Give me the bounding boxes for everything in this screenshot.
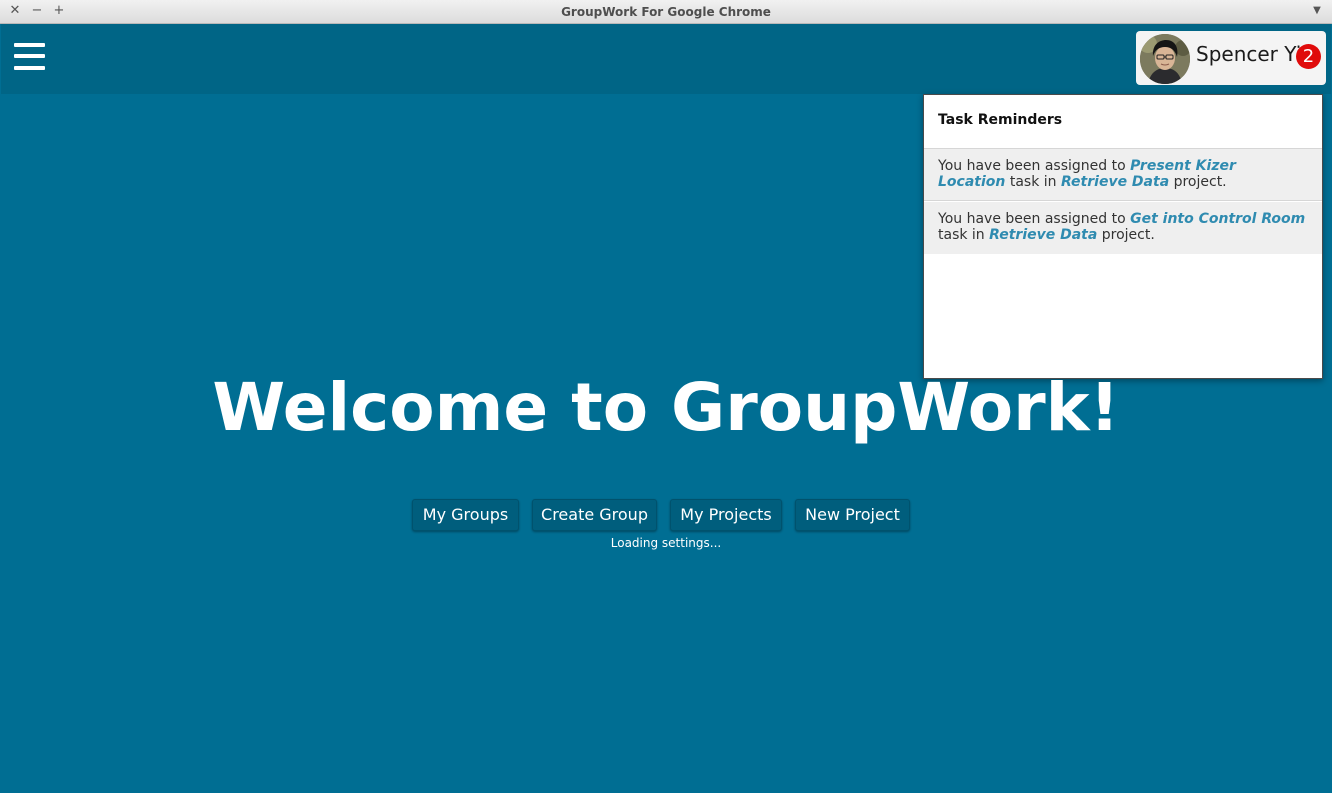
reminder-item[interactable]: You have been assigned to Present Kizer …	[924, 149, 1322, 201]
reminder-text: You have been assigned to	[938, 158, 1126, 174]
reminder-text: task in	[1009, 174, 1057, 190]
user-name: Spencer Yi	[1196, 42, 1302, 66]
reminder-text: project.	[1173, 174, 1227, 190]
new-project-button[interactable]: New Project	[795, 499, 910, 531]
reminder-text: project.	[1101, 227, 1155, 243]
project-link[interactable]: Retrieve Data	[1061, 174, 1169, 190]
avatar	[1140, 34, 1190, 84]
task-link[interactable]: Get into Control Room	[1130, 211, 1305, 227]
reminder-item[interactable]: You have been assigned to Get into Contr…	[924, 202, 1322, 254]
notification-badge[interactable]: 2	[1296, 44, 1321, 69]
title-bar: ✕ − + GroupWork For Google Chrome ▼	[0, 0, 1332, 24]
hamburger-menu-icon[interactable]	[14, 42, 46, 72]
user-menu-button[interactable]: Spencer Yi 2	[1136, 31, 1326, 85]
project-link[interactable]: Retrieve Data	[989, 227, 1097, 243]
create-group-button[interactable]: Create Group	[532, 499, 657, 531]
loading-status: Loading settings...	[610, 536, 722, 550]
my-groups-button[interactable]: My Groups	[412, 499, 519, 531]
reminder-text: You have been assigned to	[938, 211, 1126, 227]
reminder-text: task in	[938, 227, 985, 243]
reminders-title: Task Reminders	[938, 112, 1063, 128]
task-reminders-panel: Task Reminders You have been assigned to…	[923, 94, 1323, 379]
welcome-heading: Welcome to GroupWork!	[212, 369, 1120, 446]
window-menu-icon[interactable]: ▼	[1310, 4, 1324, 18]
window-title: GroupWork For Google Chrome	[561, 5, 771, 19]
my-projects-button[interactable]: My Projects	[670, 499, 782, 531]
app-header: Spencer Yi 2	[1, 24, 1331, 94]
app-window: ✕ − + GroupWork For Google Chrome ▼ Spen…	[0, 0, 1332, 793]
